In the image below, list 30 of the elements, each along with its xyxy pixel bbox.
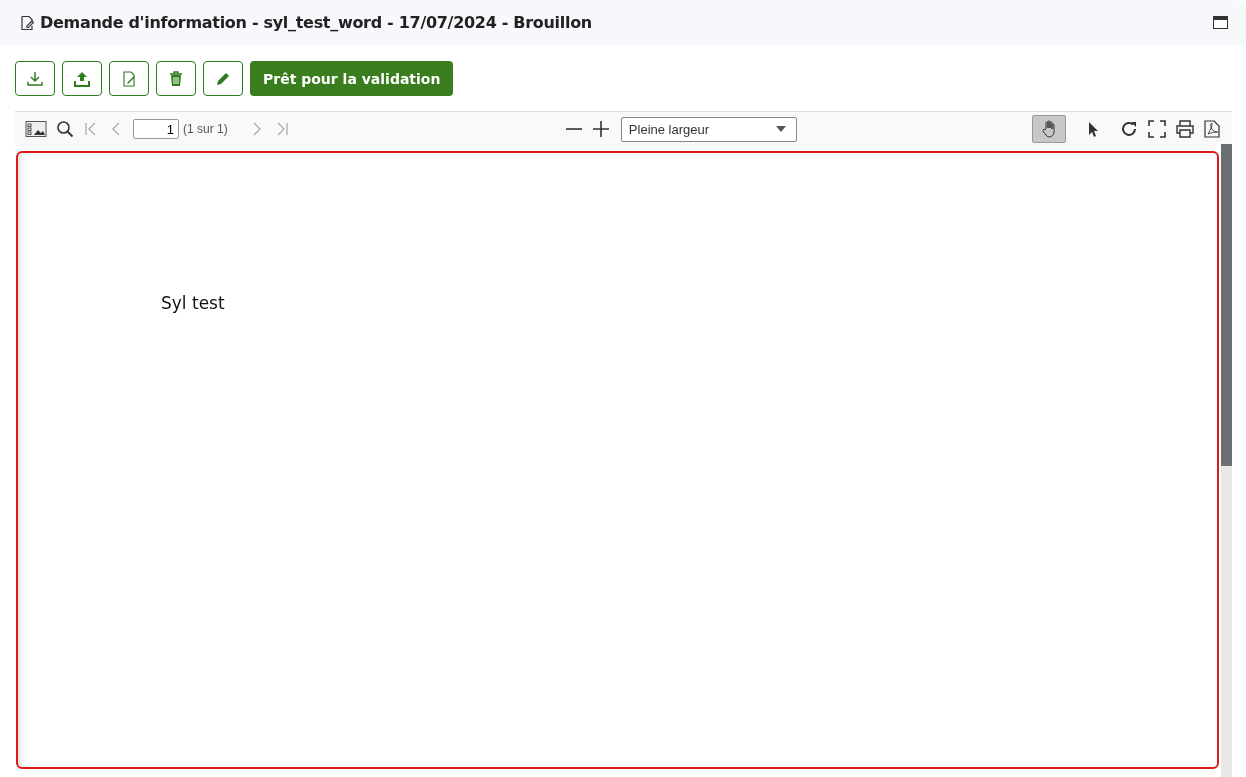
maximize-icon[interactable] [1213, 16, 1228, 29]
scrollbar-thumb[interactable] [1221, 144, 1232, 466]
page-number-field[interactable]: 1 [133, 119, 179, 139]
document-text: Syl test [161, 293, 225, 313]
trash-icon [168, 70, 184, 87]
hand-tool-button[interactable] [1032, 115, 1066, 143]
hand-icon [1040, 120, 1058, 138]
trash-button[interactable] [156, 61, 196, 96]
pencil-icon [215, 70, 231, 87]
document-edit-icon [19, 14, 35, 31]
upload-icon [74, 70, 90, 87]
pencil-button[interactable] [203, 61, 243, 96]
fullscreen-icon[interactable] [1148, 120, 1166, 138]
download-button[interactable] [15, 61, 55, 96]
upload-button[interactable] [62, 61, 102, 96]
page-count: (1 sur 1) [183, 122, 228, 136]
document-sign-icon [121, 70, 137, 87]
sidebar-toggle-icon[interactable] [25, 120, 47, 138]
ready-for-validation-button[interactable]: Prêt pour la validation [250, 61, 454, 96]
zoom-dropdown[interactable]: Pleine largeur [620, 116, 797, 142]
pdf-file-icon[interactable] [1204, 120, 1220, 138]
search-icon[interactable] [56, 120, 74, 138]
rotate-icon[interactable] [1120, 120, 1138, 138]
scrollbar[interactable] [1221, 144, 1232, 777]
zoom-in-icon[interactable] [591, 120, 610, 138]
document-sign-button[interactable] [109, 61, 149, 96]
download-icon [27, 70, 43, 87]
caret-icon [775, 126, 786, 132]
printer-icon[interactable] [1176, 120, 1194, 138]
window-title: Demande d'information - syl_test_word - 17/07/2024 - Brouillon [40, 13, 592, 32]
